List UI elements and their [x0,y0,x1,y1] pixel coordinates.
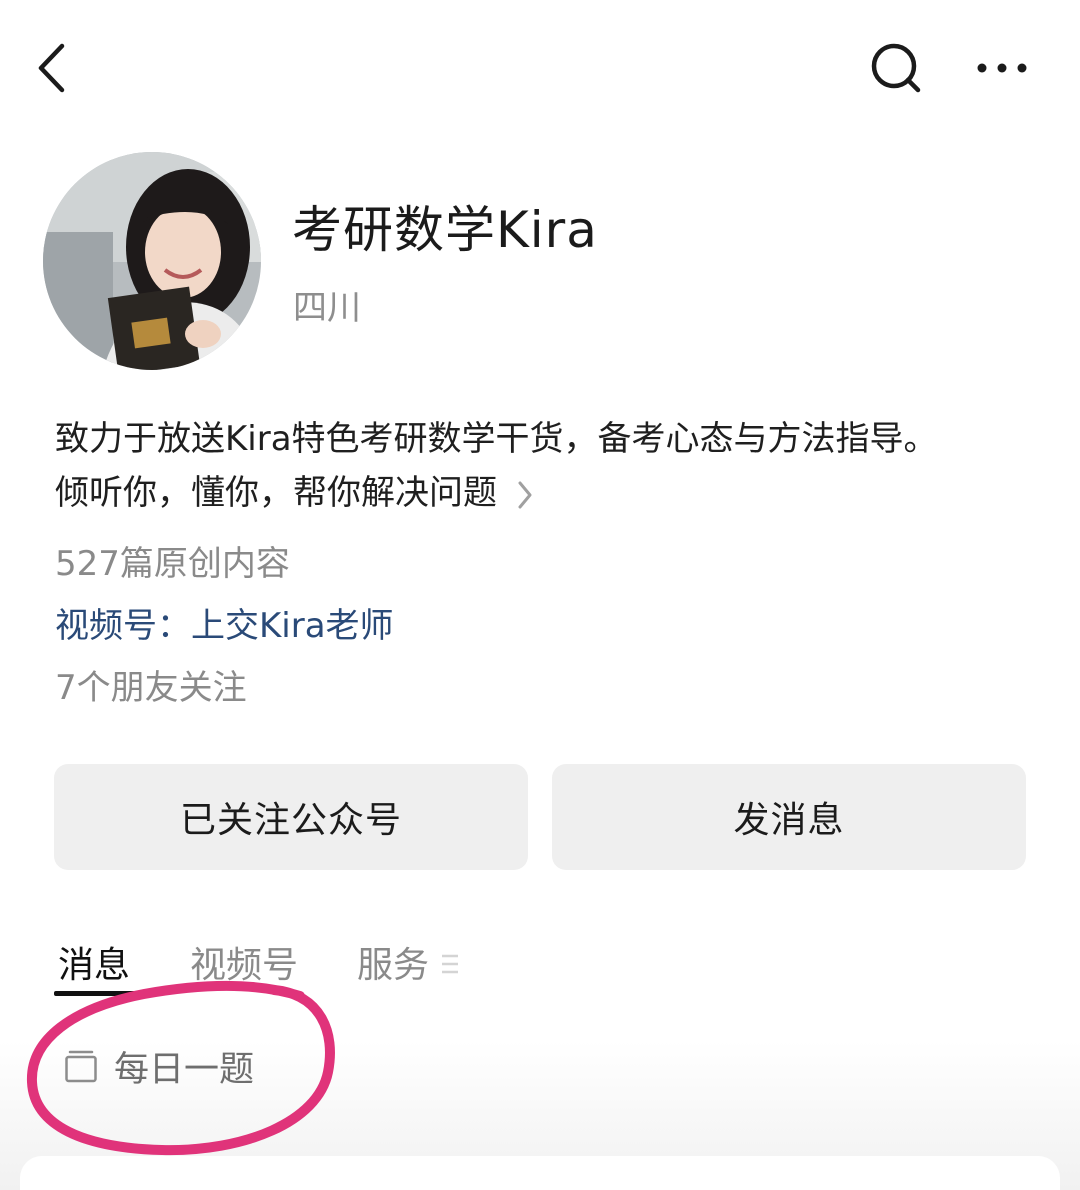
followed-account-button[interactable]: 已关注公众号 [54,764,528,870]
video-channel-name: 上交Kira老师 [191,606,394,646]
chevron-left-icon [38,43,65,93]
avatar-photo [43,152,261,370]
account-bio[interactable]: 致力于放送Kira特色考研数学干货，备考心态与方法指导。 倾听你，懂你，帮你解决… [55,412,1055,520]
tab-services[interactable]: 服务 [357,936,429,988]
friends-following[interactable]: 7个朋友关注 [55,660,247,709]
video-channel-label: 视频号： [55,606,191,646]
tab-video-channel[interactable]: 视频号 [190,936,298,988]
tab-messages[interactable]: 消息 [58,936,130,988]
send-message-button[interactable]: 发消息 [552,764,1026,870]
avatar[interactable] [43,152,261,370]
bio-line-2-text: 倾听你，懂你，帮你解决问题 [55,473,497,513]
back-button[interactable] [30,38,80,98]
active-tab-indicator [54,991,136,996]
bio-line-1: 致力于放送Kira特色考研数学干货，备考心态与方法指导。 [55,419,938,459]
folder-stack-icon [65,1050,97,1083]
video-channel-link[interactable]: 视频号：上交Kira老师 [55,598,394,647]
article-card[interactable] [20,1156,1060,1190]
account-name: 考研数学Kira [292,201,598,259]
account-region: 四川 [293,288,361,328]
menu-lines-icon [442,954,458,974]
bio-line-2: 倾听你，懂你，帮你解决问题 [55,466,1055,520]
account-profile-page: 考研数学Kira 四川 致力于放送Kira特色考研数学干货，备考心态与方法指导。… [0,0,1080,1190]
chevron-right-icon [518,481,532,508]
search-button[interactable] [866,40,926,96]
search-icon [871,43,921,93]
more-horizontal-icon [977,63,1027,73]
collection-label: 每日一题 [114,1049,255,1090]
more-options-button[interactable] [972,48,1032,88]
original-articles-count: 527篇原创内容 [55,544,290,584]
daily-question-collection[interactable]: 每日一题 [64,1044,254,1090]
